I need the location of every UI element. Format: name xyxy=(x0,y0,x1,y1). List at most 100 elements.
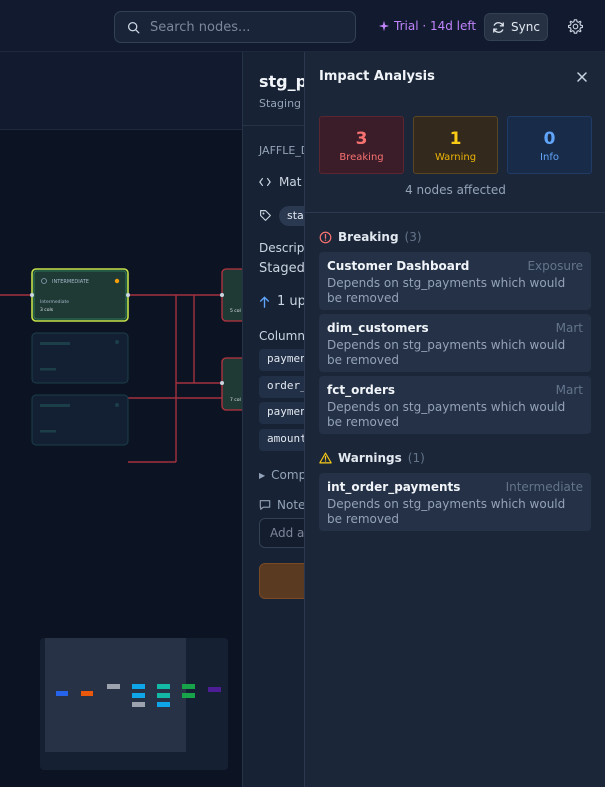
node-cols: 3 cols xyxy=(40,307,54,313)
notes-input[interactable]: Add a xyxy=(259,518,304,548)
breaking-stat: 3 Breaking xyxy=(319,116,404,174)
warnings-section-count: (1) xyxy=(407,451,425,465)
project-name: JAFFLE_D xyxy=(259,144,304,157)
warning-stat: 1 Warning xyxy=(413,116,498,174)
item-type: Intermediate xyxy=(505,480,583,494)
item-type: Mart xyxy=(555,383,583,397)
trial-badge[interactable]: Trial · 14d left xyxy=(378,19,476,33)
item-name: fct_orders xyxy=(327,383,396,397)
divider xyxy=(305,212,605,213)
minimap-node xyxy=(132,693,145,698)
column-item[interactable]: amount xyxy=(259,429,304,451)
minimap-node xyxy=(107,684,120,689)
action-button[interactable] xyxy=(259,563,304,599)
breaking-stat-label: Breaking xyxy=(339,152,384,163)
node-category: INTERMEDIATE xyxy=(52,279,89,285)
info-stat-label: Info xyxy=(540,152,559,163)
warnings-section-label: Warnings xyxy=(338,451,402,465)
downstream-node[interactable]: 7 col xyxy=(220,357,242,411)
breaking-count: 3 xyxy=(355,129,368,149)
description-value: Staged xyxy=(259,261,304,276)
close-icon[interactable] xyxy=(575,70,589,84)
intermediate-node[interactable]: INTERMEDIATE Intermediate 3 cols xyxy=(30,268,130,322)
item-type: Mart xyxy=(555,321,583,335)
dimmed-node[interactable] xyxy=(31,332,129,384)
alert-circle-icon xyxy=(319,231,332,243)
impact-item[interactable]: Customer Dashboard Exposure Depends on s… xyxy=(319,252,591,310)
item-name: int_order_payments xyxy=(327,480,461,494)
minimap-node xyxy=(132,702,145,707)
notes-label: Notes xyxy=(277,498,304,512)
breaking-section-label: Breaking xyxy=(338,230,399,244)
column-item[interactable]: order_ xyxy=(259,376,304,398)
materialization-label: Mat xyxy=(279,175,302,189)
sync-label: Sync xyxy=(511,20,540,34)
node-status-dot xyxy=(114,278,120,284)
top-bar: Trial · 14d left Sync xyxy=(0,0,605,52)
minimap-node xyxy=(182,684,195,689)
node-title: stg_pa xyxy=(259,72,304,91)
item-name: dim_customers xyxy=(327,321,429,335)
gear-icon[interactable] xyxy=(567,18,584,35)
sync-button[interactable]: Sync xyxy=(484,13,548,41)
columns-label: Columns xyxy=(259,329,304,343)
panel-title: Impact Analysis xyxy=(319,69,435,84)
item-description: Depends on stg_payments which would be r… xyxy=(327,276,566,305)
sparkle-icon xyxy=(378,20,390,32)
refresh-icon xyxy=(493,21,504,33)
minimap[interactable] xyxy=(40,638,228,770)
impact-item[interactable]: dim_customers Mart Depends on stg_paymen… xyxy=(319,314,591,372)
minimap-node xyxy=(182,693,195,698)
minimap-node xyxy=(157,693,170,698)
warnings-section-header: Warnings (1) xyxy=(319,451,425,465)
node-cols: 5 col xyxy=(230,308,241,314)
compiled-label: Compi xyxy=(271,468,304,482)
item-type: Exposure xyxy=(527,259,583,273)
node-detail-panel: stg_pa Staging N JAFFLE_D Mat stag Descr… xyxy=(242,52,304,787)
item-name: Customer Dashboard xyxy=(327,259,470,273)
minimap-node xyxy=(132,684,145,689)
upstream-row[interactable]: 1 up xyxy=(259,294,304,309)
warning-triangle-icon xyxy=(319,452,332,464)
column-item[interactable]: paymen xyxy=(259,349,304,371)
comment-icon xyxy=(259,500,271,510)
breaking-section-count: (3) xyxy=(404,230,422,244)
trial-label: Trial · 14d left xyxy=(394,19,477,33)
column-item[interactable]: paymen xyxy=(259,402,304,424)
minimap-node xyxy=(157,702,170,707)
minimap-node xyxy=(208,687,221,692)
node-type: Intermediate xyxy=(40,299,69,305)
compiled-toggle[interactable]: ▶ Compi xyxy=(259,468,304,482)
minimap-node xyxy=(56,691,68,696)
minimap-node xyxy=(157,684,170,689)
item-description: Depends on stg_payments which would be r… xyxy=(327,497,566,526)
item-description: Depends on stg_payments which would be r… xyxy=(327,338,566,367)
affected-summary: 4 nodes affected xyxy=(405,183,506,197)
caret-right-icon: ▶ xyxy=(259,470,266,480)
downstream-node[interactable]: 5 col xyxy=(220,268,242,322)
divider xyxy=(243,125,304,126)
impact-item[interactable]: int_order_payments Intermediate Depends … xyxy=(319,473,591,531)
search-box[interactable] xyxy=(114,11,356,43)
search-icon xyxy=(127,21,140,33)
warning-stat-label: Warning xyxy=(434,152,477,163)
tag-icon xyxy=(260,210,271,221)
warning-count: 1 xyxy=(449,129,462,149)
node-subtitle: Staging N xyxy=(259,97,304,110)
impact-analysis-panel: Impact Analysis 3 Breaking 1 Warning 0 I… xyxy=(304,52,605,787)
tag-pill[interactable]: stag xyxy=(279,206,304,226)
info-stat: 0 Info xyxy=(507,116,592,174)
dimmed-node[interactable] xyxy=(31,394,129,446)
info-count: 0 xyxy=(543,129,556,149)
impact-item[interactable]: fct_orders Mart Depends on stg_payments … xyxy=(319,376,591,434)
item-description: Depends on stg_payments which would be r… xyxy=(327,400,566,429)
code-icon xyxy=(259,177,271,187)
breaking-section-header: Breaking (3) xyxy=(319,230,422,244)
upstream-label: 1 up xyxy=(277,294,304,309)
search-input[interactable] xyxy=(150,19,340,35)
notes-header: Notes xyxy=(259,498,304,512)
canvas-toolbar xyxy=(0,52,242,130)
node-cols: 7 col xyxy=(230,397,241,403)
description-label: Descripti xyxy=(259,241,304,255)
lineage-canvas[interactable]: INTERMEDIATE Intermediate 3 cols 5 col 7… xyxy=(0,52,242,787)
